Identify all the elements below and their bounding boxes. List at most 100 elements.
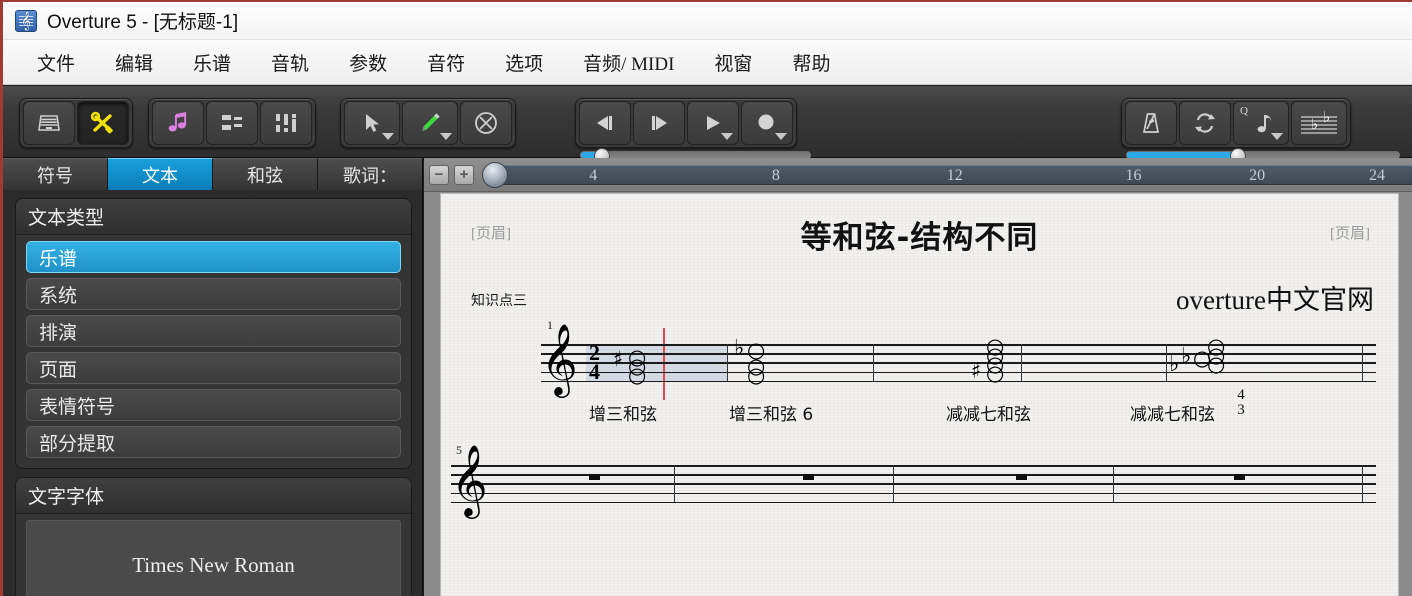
score-page[interactable]: [页眉] [页眉] 等和弦-结构不同 知识点三 overture中文官网 1 𝄞… <box>441 194 1398 596</box>
barline <box>1021 344 1023 381</box>
ruler-scroll-knob[interactable] <box>482 162 508 188</box>
chord-label: 减减七和弦 <box>946 405 1031 425</box>
chevron-down-icon[interactable] <box>775 133 787 140</box>
barline <box>1362 344 1364 381</box>
menu-help[interactable]: 帮助 <box>772 45 850 80</box>
app-logo-icon: 𝄞 <box>15 9 37 32</box>
staff-lines <box>541 344 1376 383</box>
svg-text:♭: ♭ <box>1323 109 1330 126</box>
figured-bass-top: 4 <box>1237 387 1245 403</box>
whole-rest <box>1234 474 1245 480</box>
ruler-tick: 24 <box>1368 167 1385 184</box>
application-window: 𝄞 Overture 5 - [无标题-1] 文件 编辑 乐谱 音轨 参数 音符… <box>0 0 1412 596</box>
figured-bass: 4 3 <box>1234 388 1248 418</box>
menu-file[interactable]: 文件 <box>17 45 95 80</box>
quantize-note-icon-button[interactable]: Q <box>1233 101 1289 145</box>
menu-options[interactable]: 选项 <box>485 45 563 80</box>
menu-window[interactable]: 视窗 <box>694 45 772 80</box>
ruler-track[interactable]: 4 8 12 16 20 24 28 <box>490 165 1412 185</box>
forward-icon-button[interactable] <box>633 101 685 145</box>
ruler-tick: 20 <box>1249 167 1266 184</box>
tab-symbols[interactable]: 符号 <box>3 158 108 190</box>
rewind-icon-button[interactable] <box>579 101 631 145</box>
whole-note-head: ○ <box>986 361 1005 385</box>
tab-lyrics[interactable]: 歌词： <box>318 158 422 190</box>
play-icon-button[interactable] <box>687 101 739 145</box>
tools-icon-button[interactable] <box>77 101 129 145</box>
menu-params[interactable]: 参数 <box>329 45 407 80</box>
menu-audio-midi[interactable]: 音频/ MIDI <box>563 45 694 80</box>
font-name-value: Times New Roman <box>132 552 295 577</box>
accidental-sharp: ♯ <box>613 347 624 371</box>
text-type-item-system[interactable]: 系统 <box>26 278 401 310</box>
chevron-down-icon[interactable] <box>721 133 733 140</box>
treble-clef-icon: 𝄞 <box>541 322 578 395</box>
time-signature-denominator: 4 <box>589 359 600 384</box>
window-title: Overture 5 - [无标题-1] <box>47 12 239 33</box>
text-type-item-score[interactable]: 乐谱 <box>26 241 401 273</box>
chevron-down-icon[interactable] <box>1271 133 1283 140</box>
figured-bass-bottom: 3 <box>1237 402 1245 418</box>
text-type-item-part-extract[interactable]: 部分提取 <box>26 426 401 458</box>
accidental-flat: ♭ <box>734 336 745 361</box>
quantize-badge: Q <box>1240 105 1248 117</box>
text-type-item-rehearsal[interactable]: 排演 <box>26 315 401 347</box>
keyboard-icon-button[interactable] <box>23 101 75 145</box>
menu-bar: 文件 编辑 乐谱 音轨 参数 音符 选项 音频/ MIDI 视窗 帮助 <box>3 40 1412 85</box>
ruler-tick: 4 <box>589 167 598 184</box>
whole-note-head: ○ <box>1207 352 1226 376</box>
arrow-select-icon-button[interactable] <box>344 101 400 145</box>
chevron-down-icon[interactable] <box>440 133 452 140</box>
toolbar-group-tools <box>340 98 516 148</box>
tab-text[interactable]: 文本 <box>108 158 213 190</box>
erase-icon-button[interactable] <box>460 101 512 145</box>
whole-rest <box>803 474 814 480</box>
accidental-sharp: ♯ <box>971 359 982 383</box>
score-area: − + 4 8 12 16 20 24 28 [页眉] [页眉] 等和弦-结构不… <box>424 158 1412 596</box>
left-inspector-panel: 符号 文本 和弦 歌词： 文本类型 乐谱 系统 排演 页面 表情符号 部分提取 … <box>3 158 423 596</box>
tab-chords[interactable]: 和弦 <box>213 158 318 190</box>
text-type-title: 文本类型 <box>16 199 411 235</box>
loop-icon-button[interactable] <box>1179 101 1231 145</box>
mixer-icon-button[interactable] <box>260 101 312 145</box>
chord-label: 减减七和弦 <box>1130 405 1215 425</box>
barline <box>873 344 875 381</box>
barline <box>1113 465 1115 502</box>
chevron-down-icon[interactable] <box>382 133 394 140</box>
whole-note-head: ○ <box>747 363 766 387</box>
menu-edit[interactable]: 编辑 <box>95 45 173 80</box>
pencil-icon-button[interactable] <box>402 101 458 145</box>
record-icon-button[interactable] <box>741 101 793 145</box>
note-icon-button[interactable] <box>152 101 204 145</box>
metronome-icon-button[interactable] <box>1125 101 1177 145</box>
font-group-title: 文字字体 <box>16 478 411 514</box>
text-type-item-expression[interactable]: 表情符号 <box>26 389 401 421</box>
barline <box>1166 344 1168 381</box>
menu-track[interactable]: 音轨 <box>251 45 329 80</box>
score-title: 等和弦-结构不同 <box>800 220 1039 256</box>
zoom-out-button[interactable]: − <box>429 164 449 185</box>
menu-notes[interactable]: 音符 <box>407 45 485 80</box>
treble-clef-icon: 𝄞 <box>451 443 488 516</box>
barline <box>674 465 676 502</box>
score-system-1: 1 𝄞 2 4 ♯ ○ ○ ○ 增三和弦 ♭ ○ ○ ○ 增三和弦 6 ♯ ○ … <box>441 318 1398 442</box>
whole-rest <box>1016 474 1027 480</box>
zoom-in-button[interactable]: + <box>454 164 474 185</box>
toolbar-group-transport <box>575 98 797 148</box>
title-bar: 𝄞 Overture 5 - [无标题-1] <box>3 2 1412 40</box>
chord-label: 增三和弦 6 <box>729 405 814 425</box>
ruler-tick: 8 <box>771 167 780 184</box>
text-type-item-page[interactable]: 页面 <box>26 352 401 384</box>
list-icon-button[interactable] <box>206 101 258 145</box>
score-subtitle-right: overture中文官网 <box>1176 285 1374 315</box>
barline <box>727 344 729 381</box>
font-name-field[interactable]: Times New Roman <box>26 520 401 596</box>
svg-text:♭: ♭ <box>1311 115 1318 133</box>
toolbar-group-utilities: Q ♭ ♭ <box>1121 98 1351 148</box>
menu-score[interactable]: 乐谱 <box>173 45 251 80</box>
font-group: 文字字体 Times New Roman <box>15 477 412 596</box>
text-type-list: 乐谱 系统 排演 页面 表情符号 部分提取 <box>16 235 411 468</box>
barline <box>1362 465 1364 502</box>
key-signature-icon-button[interactable]: ♭ ♭ <box>1291 101 1347 145</box>
main-toolbar: 0001 1 : 05 : 000 1 处理单 0% <box>3 86 1412 236</box>
